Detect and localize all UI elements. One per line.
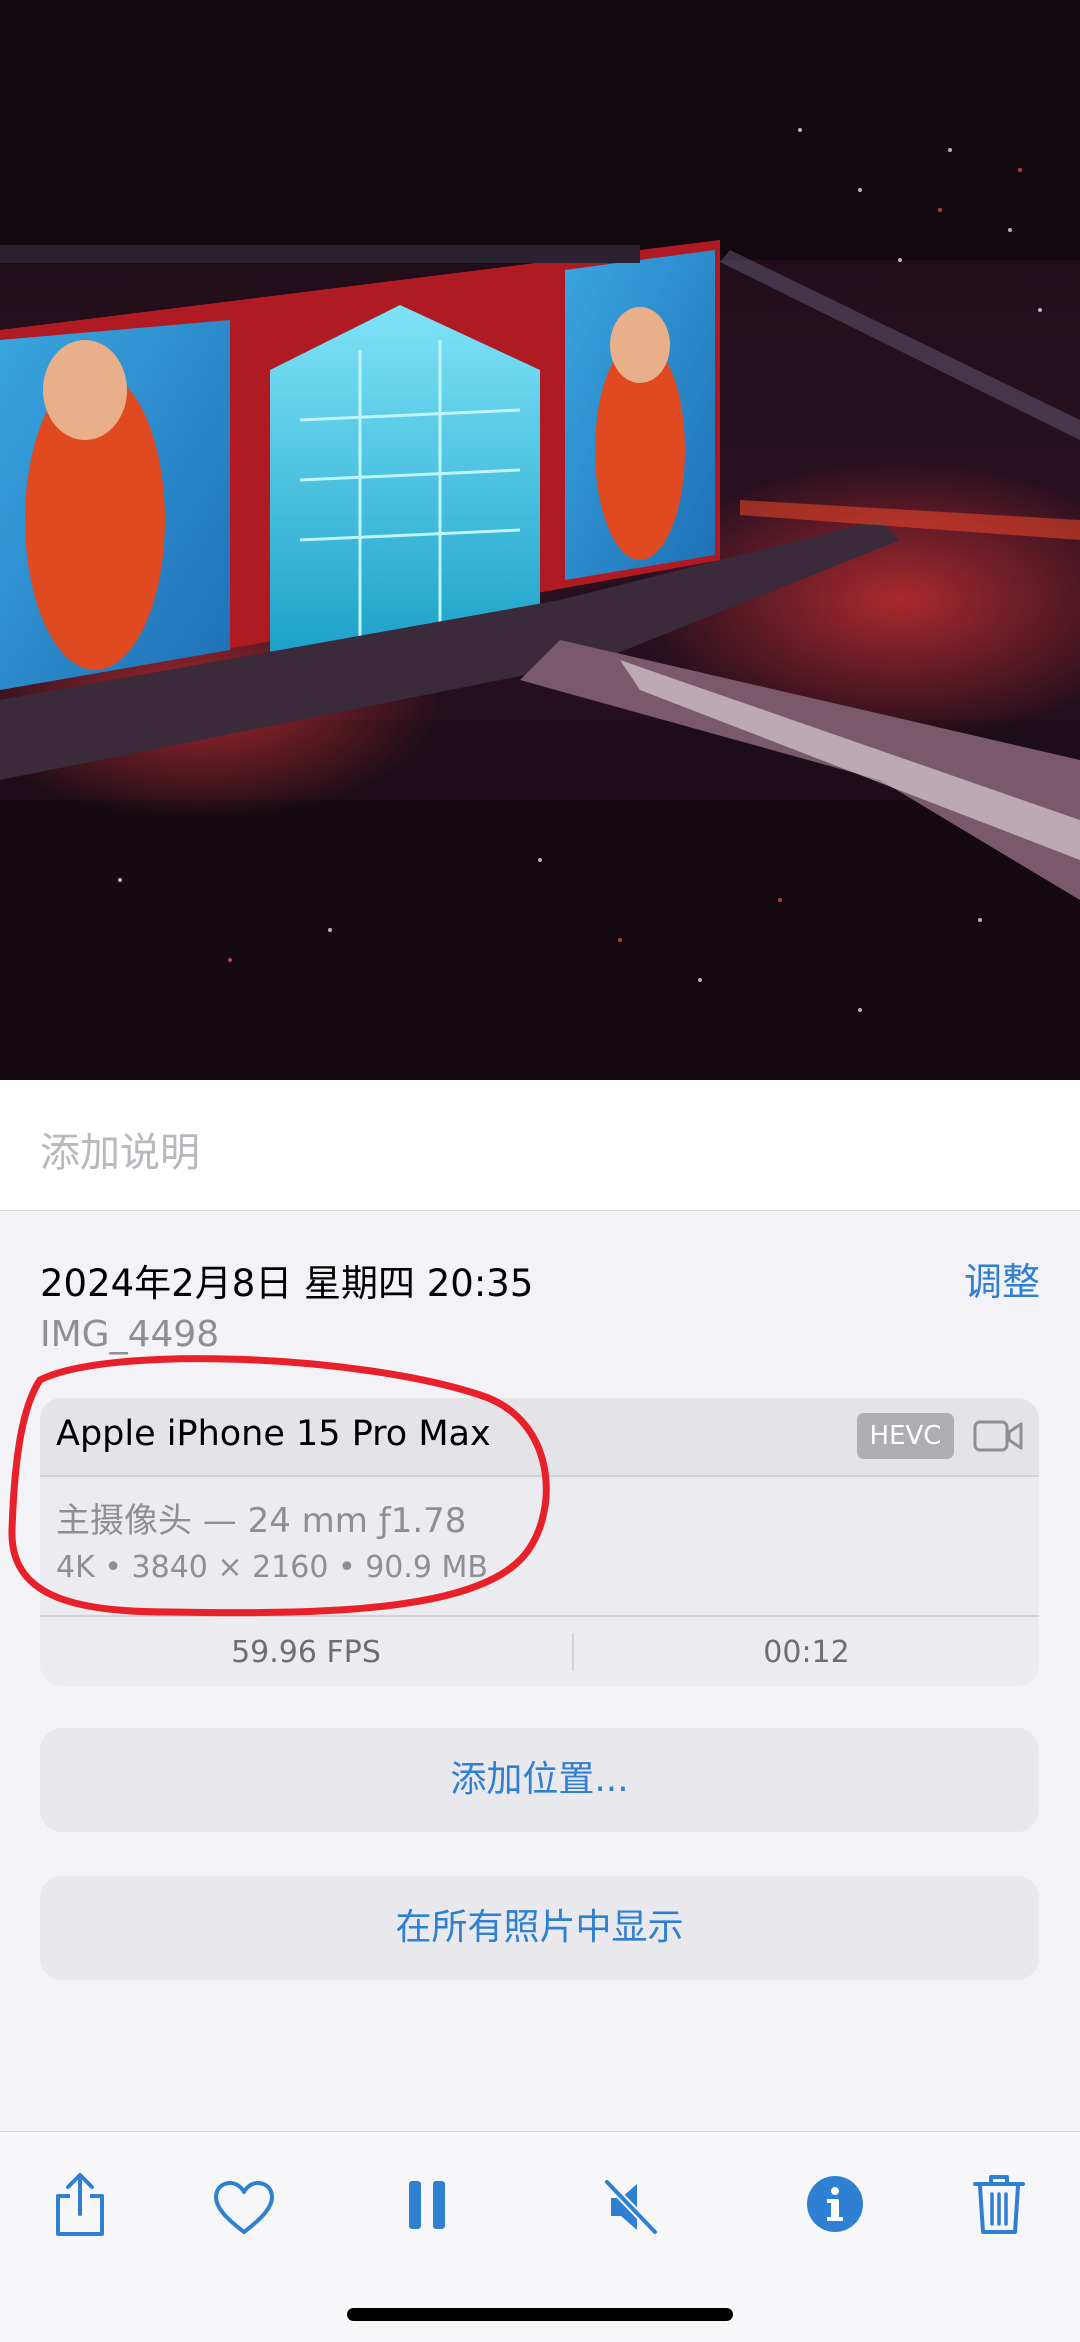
metadata-card-header: Apple iPhone 15 Pro Max HEVC (40, 1398, 1039, 1477)
metadata-card: Apple iPhone 15 Pro Max HEVC 主摄像头 — 24 m… (40, 1398, 1039, 1686)
add-location-button[interactable]: 添加位置... (40, 1728, 1039, 1832)
concert-photo (0, 0, 1080, 1080)
lens-info: 主摄像头 — 24 mm ƒ1.78 (56, 1501, 467, 1541)
mute-icon[interactable] (601, 2176, 661, 2238)
metadata-card-footer: 59.96 FPS 00:12 (40, 1615, 1039, 1686)
home-indicator[interactable] (347, 2308, 733, 2321)
format-badge: HEVC (857, 1413, 954, 1459)
frame-rate: 59.96 FPS (231, 1635, 381, 1670)
capture-datetime: 2024年2月8日 星期四 20:35 (40, 1262, 534, 1305)
bottom-toolbar (0, 2131, 1080, 2342)
video-duration: 00:12 (763, 1635, 850, 1670)
caption-field[interactable]: 添加说明 (0, 1080, 1080, 1211)
trash-icon[interactable] (972, 2172, 1026, 2236)
share-icon[interactable] (52, 2172, 108, 2238)
pause-icon[interactable] (405, 2177, 449, 2233)
info-icon[interactable] (805, 2174, 865, 2234)
device-name: Apple iPhone 15 Pro Max (56, 1414, 491, 1454)
video-specs: 4K • 3840 × 2160 • 90.9 MB (56, 1550, 488, 1585)
photo-view[interactable] (0, 0, 1080, 1080)
video-camera-icon (973, 1420, 1023, 1452)
file-name: IMG_4498 (40, 1314, 220, 1355)
caption-placeholder: 添加说明 (40, 1130, 200, 1176)
heart-icon[interactable] (213, 2180, 275, 2236)
adjust-button[interactable]: 调整 (964, 1251, 1040, 1306)
show-in-all-photos-button[interactable]: 在所有照片中显示 (40, 1876, 1039, 1980)
